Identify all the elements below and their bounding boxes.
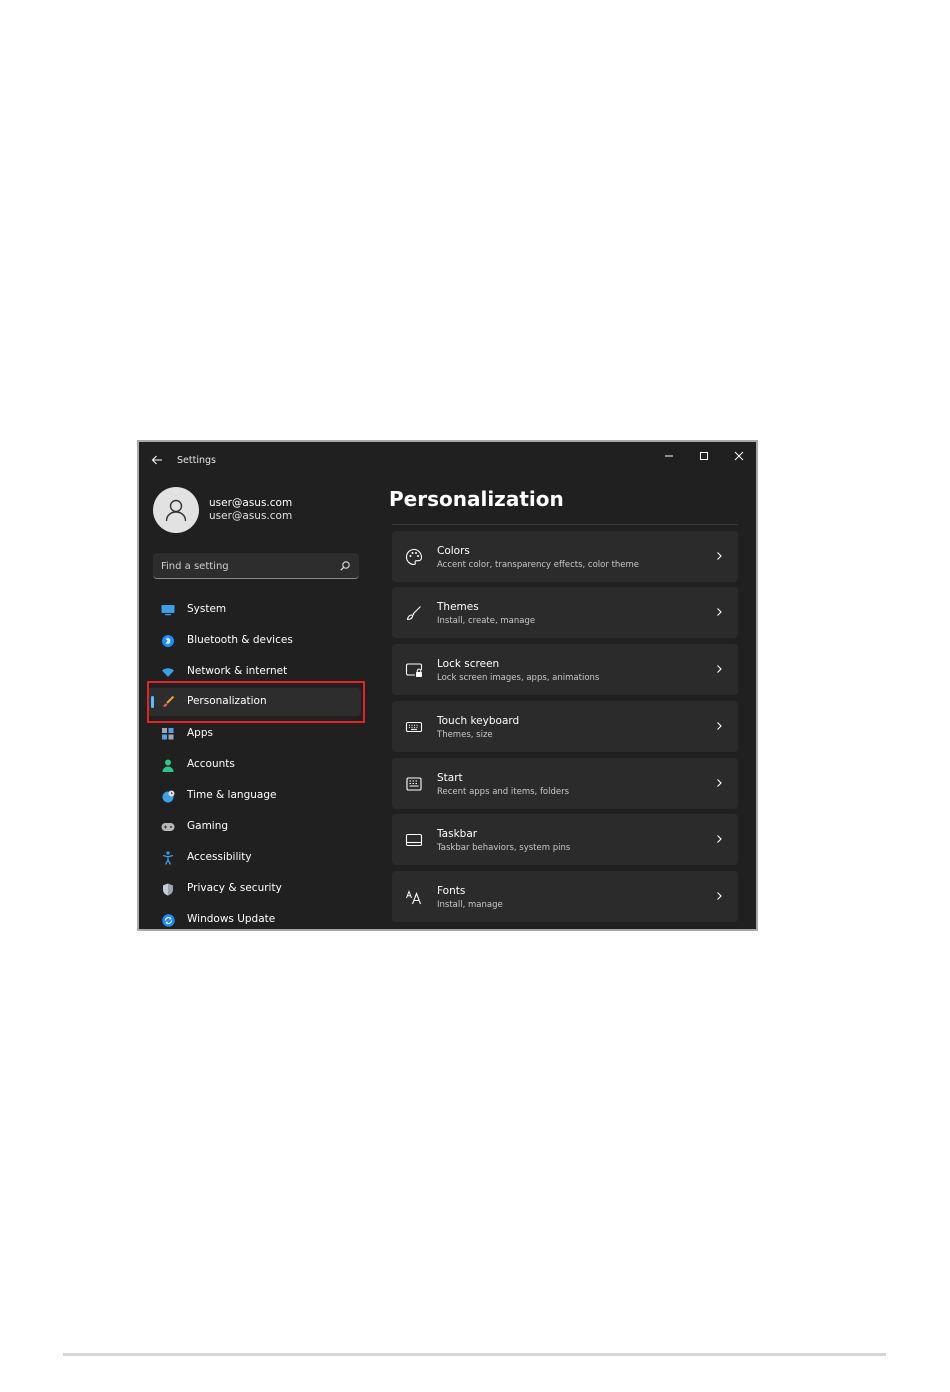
- close-button[interactable]: [725, 447, 753, 465]
- card-subtitle: Recent apps and items, folders: [437, 787, 570, 797]
- chevron-right-icon: [717, 665, 722, 673]
- globe-clock-icon: [161, 789, 175, 803]
- app-title: Settings: [177, 455, 216, 466]
- apps-icon: [161, 727, 175, 741]
- card-themes[interactable]: Themes Install, create, manage: [392, 587, 738, 638]
- refresh-icon: [161, 913, 175, 927]
- card-subtitle: Accent color, transparency effects, colo…: [437, 560, 640, 570]
- close-icon: [734, 451, 744, 461]
- sidebar-item-label: Gaming: [187, 820, 229, 832]
- card-title: Touch keyboard: [437, 715, 520, 727]
- sidebar-item-windows-update[interactable]: Windows Update: [147, 906, 361, 929]
- card-title: Lock screen: [437, 658, 500, 670]
- chevron-right-icon: [717, 722, 722, 730]
- gamepad-icon: [161, 820, 175, 834]
- maximize-button[interactable]: [690, 447, 718, 465]
- sidebar-item-label: Windows Update: [187, 913, 276, 925]
- card-colors[interactable]: Colors Accent color, transparency effect…: [392, 531, 738, 582]
- wifi-icon: [161, 665, 175, 679]
- card-fonts[interactable]: Fonts Install, manage: [392, 871, 738, 922]
- chevron-right-icon: [717, 835, 722, 843]
- minimize-icon: [665, 455, 673, 457]
- sidebar-item-label: Accessibility: [187, 851, 252, 863]
- sidebar-item-label: Bluetooth & devices: [187, 634, 293, 646]
- settings-window: Settings user@asus.com user@asus.com Sys…: [137, 440, 758, 931]
- card-subtitle: Install, manage: [437, 900, 503, 910]
- card-title: Start: [437, 772, 463, 784]
- card-subtitle: Lock screen images, apps, animations: [437, 673, 600, 683]
- card-lock-screen[interactable]: Lock screen Lock screen images, apps, an…: [392, 644, 738, 695]
- sidebar-item-system[interactable]: System: [147, 596, 361, 624]
- keyboard-icon: [405, 718, 423, 736]
- card-touch-keyboard[interactable]: Touch keyboard Themes, size: [392, 701, 738, 752]
- card-title: Themes: [437, 601, 479, 613]
- title-divider: [392, 524, 738, 525]
- card-title: Colors: [437, 545, 470, 557]
- card-subtitle: Themes, size: [437, 730, 493, 740]
- card-title: Fonts: [437, 885, 466, 897]
- search-icon[interactable]: [339, 560, 351, 572]
- brush-icon: [405, 604, 423, 622]
- taskbar-icon: [405, 831, 423, 849]
- sidebar-item-accessibility[interactable]: Accessibility: [147, 844, 361, 872]
- minimize-button[interactable]: [655, 447, 683, 465]
- card-taskbar[interactable]: Taskbar Taskbar behaviors, system pins: [392, 814, 738, 865]
- avatar[interactable]: [153, 487, 199, 533]
- back-arrow-icon[interactable]: [150, 453, 164, 467]
- chevron-right-icon: [717, 779, 722, 787]
- start-icon: [405, 775, 423, 793]
- chevron-right-icon: [717, 608, 722, 616]
- sidebar-item-label: Privacy & security: [187, 882, 282, 894]
- chevron-right-icon: [717, 892, 722, 900]
- fonts-icon: [405, 888, 423, 906]
- user-email: user@asus.com: [209, 510, 293, 522]
- chevron-right-icon: [717, 552, 722, 560]
- user-name: user@asus.com: [209, 497, 293, 509]
- sidebar-item-apps[interactable]: Apps: [147, 720, 361, 748]
- annotation-highlight-box: [147, 681, 365, 723]
- card-subtitle: Taskbar behaviors, system pins: [437, 843, 571, 853]
- person-icon: [165, 499, 187, 522]
- sidebar-item-label: Apps: [187, 727, 213, 739]
- sidebar-item-label: Network & internet: [187, 665, 288, 677]
- sidebar-item-label: Accounts: [187, 758, 235, 770]
- sidebar-item-bluetooth-devices[interactable]: Bluetooth & devices: [147, 627, 361, 655]
- page-footer-rule: [63, 1353, 886, 1356]
- person-icon: [161, 758, 175, 772]
- card-title: Taskbar: [437, 828, 478, 840]
- accessibility-icon: [161, 851, 175, 865]
- sidebar-item-time-language[interactable]: Time & language: [147, 782, 361, 810]
- lock-screen-icon: [405, 661, 423, 679]
- sidebar-item-accounts[interactable]: Accounts: [147, 751, 361, 779]
- palette-icon: [405, 548, 423, 566]
- search-box[interactable]: [153, 553, 359, 579]
- maximize-icon: [700, 452, 708, 460]
- monitor-icon: [161, 603, 175, 617]
- sidebar-item-privacy-security[interactable]: Privacy & security: [147, 875, 361, 903]
- sidebar-item-label: Time & language: [187, 789, 277, 801]
- shield-icon: [161, 882, 175, 896]
- sidebar-item-gaming[interactable]: Gaming: [147, 813, 361, 841]
- search-input[interactable]: [161, 558, 331, 574]
- bluetooth-icon: [161, 634, 175, 648]
- sidebar-item-label: System: [187, 603, 227, 615]
- card-subtitle: Install, create, manage: [437, 616, 536, 626]
- card-start[interactable]: Start Recent apps and items, folders: [392, 758, 738, 809]
- page-title: Personalization: [389, 487, 564, 511]
- title-bar: Settings: [139, 442, 756, 478]
